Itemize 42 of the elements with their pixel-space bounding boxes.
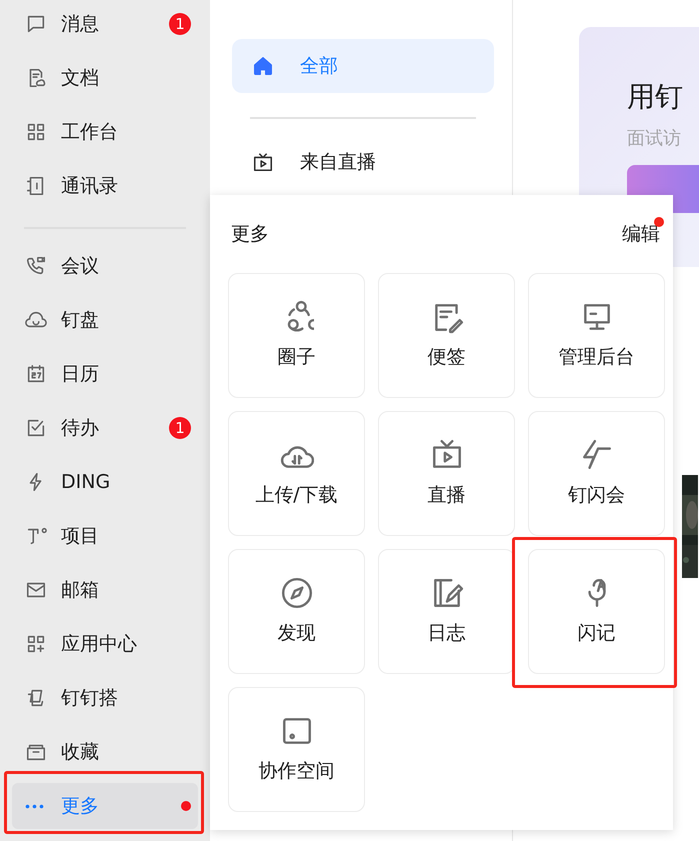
app-tile[interactable]: 闪记 [528,549,665,674]
phone-icon [25,255,47,277]
sidebar-item[interactable]: 会议 [12,243,198,289]
panel-title: 更多 [231,222,269,247]
app-grid-icon [25,633,47,655]
sidebar-item[interactable]: 项目 [12,513,198,559]
tv-icon [252,151,274,173]
app-tile[interactable]: 钉闪会 [528,411,665,536]
dots-icon [25,804,44,808]
app-tile[interactable]: 上传/下载 [228,411,365,536]
app-tile[interactable]: 日志 [378,549,515,674]
sidebar-item[interactable]: 日历 [12,351,198,397]
app-tile[interactable]: 发现 [228,549,365,674]
home-icon [252,55,274,77]
sidebar-item[interactable]: 文档 [12,55,198,101]
sidebar-item[interactable]: 通讯录 [12,163,198,209]
pin-icon [25,525,47,547]
sidebar-item[interactable]: 待办 1 [12,405,198,451]
banner-subtitle: 面试访 [627,127,682,150]
sidebar-item[interactable]: 消息 1 [12,1,198,47]
banner-title: 用钉 [627,79,684,115]
sidebar-item[interactable]: 收藏 [12,729,198,775]
edit-button[interactable]: 编辑 [622,221,660,247]
unread-count: 1 [169,13,191,35]
app-tile[interactable]: 协作空间 [228,687,365,812]
app-tile[interactable]: 圈子 [228,273,365,398]
app-tile[interactable]: 便签 [378,273,515,398]
app-tile[interactable]: 直播 [378,411,515,536]
unread-count: 1 [169,417,191,439]
sidebar-item[interactable]: 工作台 [12,109,198,155]
grid-icon [25,121,47,143]
speech-bubble-icon [25,13,47,35]
calendar-icon [25,363,47,385]
sidebar-item[interactable]: 应用中心 [12,621,198,667]
app-tile[interactable]: 管理后台 [528,273,665,398]
sidebar-item[interactable]: 邮箱 [12,567,198,613]
sidebar-item[interactable]: 钉钉搭 [12,675,198,721]
compass-icon [280,576,314,610]
sidebar-item[interactable]: DING [12,459,198,505]
sidebar-item[interactable]: 钉盘 [12,297,198,343]
checkbox-icon [25,417,47,439]
channel-item[interactable]: 来自直播 [232,135,494,189]
